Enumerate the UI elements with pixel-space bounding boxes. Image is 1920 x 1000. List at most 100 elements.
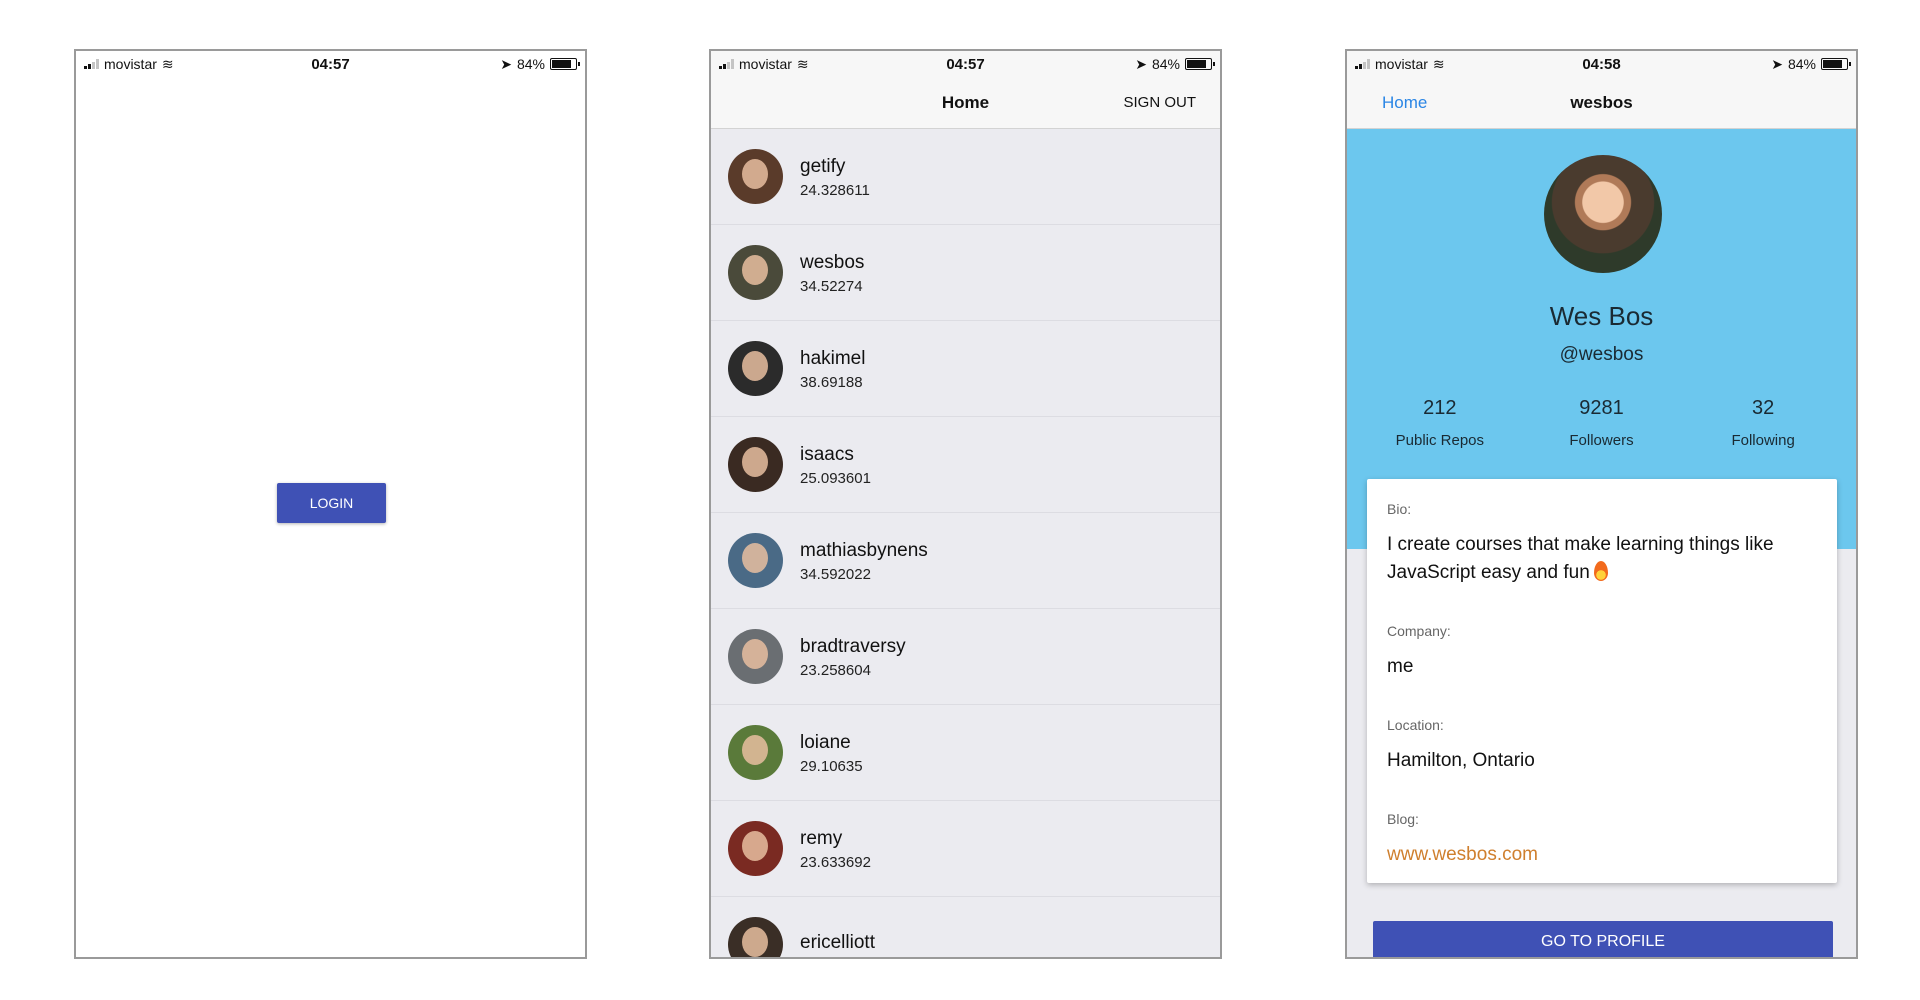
user-name: loiane [800,731,851,753]
user-row[interactable]: loiane 29.10635 [711,705,1220,801]
avatar [728,341,783,396]
user-score: 23.258604 [800,661,871,679]
user-text: mathiasbynens 34.592022 [800,539,928,583]
status-bar: movistar ≋ 04:58 ➤ 84% [1347,51,1856,77]
user-row[interactable]: mathiasbynens 34.592022 [711,513,1220,609]
user-score: 34.592022 [800,565,871,583]
fire-icon [1593,561,1608,581]
avatar [728,821,783,876]
location-label: Location: [1387,717,1444,733]
user-list-screen: movistar ≋ 04:57 ➤ 84% Home SIGN OUT get… [709,49,1222,959]
avatar [728,149,783,204]
location-arrow-icon: ➤ [500,55,512,72]
user-score: 34.52274 [800,277,863,295]
location-value: Hamilton, Ontario [1387,750,1535,771]
user-score: 38.69188 [800,373,863,391]
status-bar: movistar ≋ 04:57 ➤ 84% [76,51,585,77]
company-field: Company: me [1387,623,1817,681]
profile-handle: @wesbos [1559,344,1644,365]
user-text: remy 23.633692 [800,827,871,871]
sign-out-button[interactable]: SIGN OUT [1123,94,1196,111]
user-text: isaacs 25.093601 [800,443,871,487]
signal-icon [84,59,99,69]
carrier-label: movistar [739,56,792,72]
status-bar: movistar ≋ 04:57 ➤ 84% [711,51,1220,77]
user-row[interactable]: bradtraversy 23.258604 [711,609,1220,705]
profile-screen: movistar ≋ 04:58 ➤ 84% Home wesbos Wes B… [1345,49,1858,959]
stat-value: 9281 [1579,397,1624,419]
user-name: ericelliott [800,932,875,953]
user-name: remy [800,827,843,849]
user-text: wesbos 34.52274 [800,251,864,295]
user-text: ericelliott [800,931,875,957]
location-arrow-icon: ➤ [1771,55,1783,72]
page-title: wesbos [1570,92,1633,112]
avatar [1544,155,1662,273]
profile-stats: 212 Public Repos 9281 Followers 32 Follo… [1347,397,1856,449]
wifi-icon: ≋ [161,55,174,72]
stat-label: Followers [1569,432,1634,449]
user-row[interactable]: hakimel 38.69188 [711,321,1220,417]
profile-details-card: Bio: I create courses that make learning… [1367,479,1837,883]
company-value: me [1387,656,1414,677]
user-name: hakimel [800,347,866,369]
battery-percent: 84% [1151,56,1180,72]
user-text: hakimel 38.69188 [800,347,865,391]
signal-icon [719,59,734,69]
user-name: mathiasbynens [800,539,928,561]
avatar [728,917,783,957]
battery-icon [550,58,580,70]
bio-value: I create courses that make learning thin… [1387,531,1817,587]
battery-percent: 84% [1787,56,1816,72]
nav-bar: Home wesbos [1347,77,1856,129]
page-title: Home [941,92,990,112]
go-to-profile-button[interactable]: GO TO PROFILE [1373,921,1833,957]
avatar [728,245,783,300]
blog-field: Blog: www.wesbos.com [1387,811,1817,869]
profile-name: Wes Bos [1549,301,1654,331]
user-name: bradtraversy [800,635,906,657]
stat-public-repos: 212 Public Repos [1360,397,1520,449]
avatar [728,629,783,684]
blog-label: Blog: [1387,811,1419,827]
user-row[interactable]: getify 24.328611 [711,129,1220,225]
user-score: 24.328611 [800,181,870,199]
avatar [728,725,783,780]
avatar [728,533,783,588]
blog-link[interactable]: www.wesbos.com [1387,841,1817,869]
back-button[interactable]: Home [1382,93,1427,113]
stat-value: 212 [1423,397,1457,419]
bio-label: Bio: [1387,501,1412,517]
user-list: getify 24.328611 wesbos 34.52274 hakimel 38.6… [711,129,1220,957]
user-row[interactable]: ericelliott [711,897,1220,957]
user-score: 25.093601 [800,469,871,487]
stat-following: 32 Following [1683,397,1843,449]
carrier-label: movistar [1375,56,1428,72]
battery-percent: 84% [516,56,545,72]
nav-bar: Home SIGN OUT [711,77,1220,129]
user-name: isaacs [800,443,854,465]
stat-label: Public Repos [1395,432,1485,449]
bio-text: I create courses that make learning thin… [1387,534,1774,583]
location-arrow-icon: ➤ [1135,55,1147,72]
company-label: Company: [1387,623,1451,639]
user-text: loiane 29.10635 [800,731,863,775]
user-name: wesbos [800,251,865,273]
stat-value: 32 [1752,397,1775,419]
stat-followers: 9281 Followers [1521,397,1681,449]
login-button[interactable]: LOGIN [277,483,386,523]
battery-icon [1821,58,1851,70]
wifi-icon: ≋ [1432,55,1445,72]
user-name: getify [800,155,846,177]
battery-icon [1185,58,1215,70]
location-field: Location: Hamilton, Ontario [1387,717,1817,775]
user-text: bradtraversy 23.258604 [800,635,906,679]
user-row[interactable]: isaacs 25.093601 [711,417,1220,513]
bio-field: Bio: I create courses that make learning… [1387,501,1817,587]
user-row[interactable]: remy 23.633692 [711,801,1220,897]
stat-label: Following [1731,432,1795,449]
user-score: 29.10635 [800,757,863,775]
user-text: getify 24.328611 [800,155,870,199]
user-row[interactable]: wesbos 34.52274 [711,225,1220,321]
user-score: 23.633692 [800,853,871,871]
